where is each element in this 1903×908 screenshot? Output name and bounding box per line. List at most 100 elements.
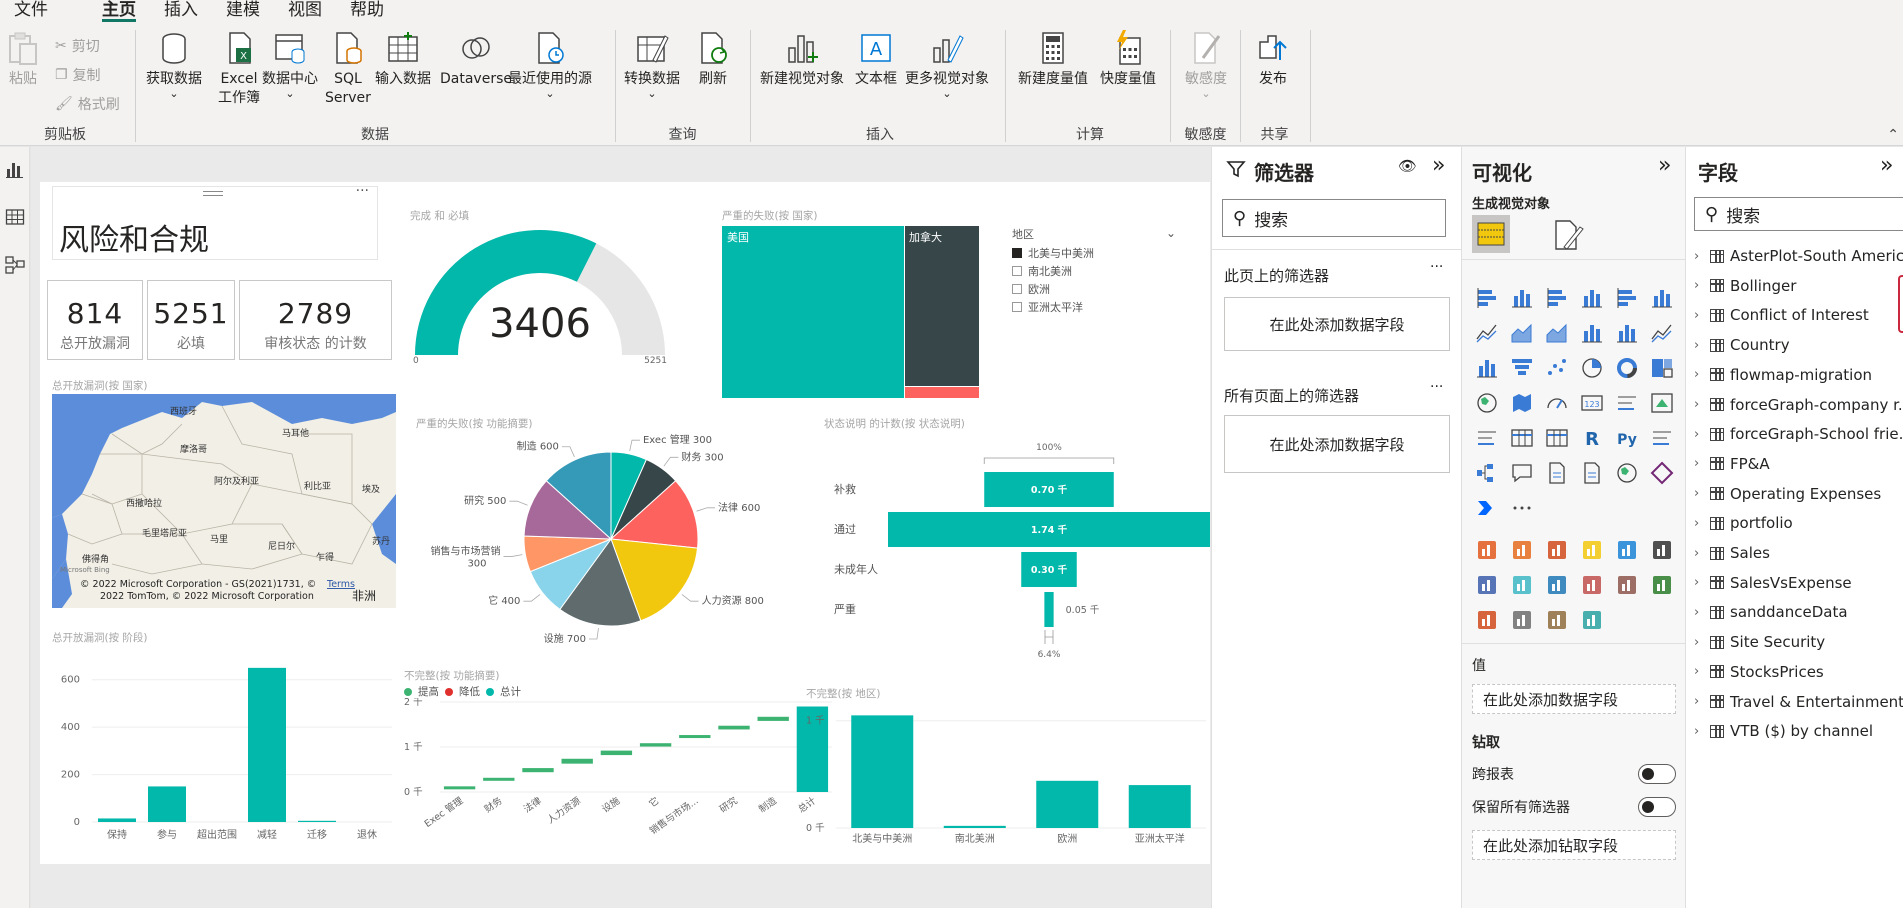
waterfall-bar[interactable] xyxy=(639,743,672,747)
sql-server-button[interactable]: SQL Server xyxy=(325,30,371,108)
waterfall-bar[interactable] xyxy=(483,777,515,781)
funnel-chart[interactable]: 100% 补救 0.70 千通过 1.74 千未成年人 0.30 千严重 0.05 千 6.… xyxy=(824,434,1210,664)
bar[interactable] xyxy=(148,786,186,822)
kpi-card-open-vulns[interactable]: 814 总开放漏洞 xyxy=(47,280,143,360)
pie-icon[interactable] xyxy=(1577,353,1607,383)
new-measure-button[interactable]: 新建度量值 xyxy=(1018,30,1088,89)
drill-add-field-well[interactable]: 在此处添加钻取字段 xyxy=(1472,830,1676,860)
paginated-report-icon[interactable] xyxy=(1577,458,1607,488)
bar-region-chart[interactable]: 0 千 1 千北美与中美洲 南北美洲 欧洲 亚洲太平洋 xyxy=(806,702,1206,862)
key-influencers-icon[interactable] xyxy=(1647,423,1677,453)
copy-button[interactable]: ❐ 复制 xyxy=(55,65,101,85)
bar[interactable] xyxy=(851,715,914,828)
legend-item[interactable]: 欧洲 xyxy=(1012,281,1182,297)
custom-visual-icon[interactable] xyxy=(1647,570,1677,600)
treemap-tile-us[interactable]: 美国 xyxy=(722,226,904,398)
custom-visual-icon[interactable] xyxy=(1577,605,1607,635)
map-icon[interactable] xyxy=(1472,388,1502,418)
custom-visual-icon[interactable] xyxy=(1647,535,1677,565)
kpi-icon[interactable] xyxy=(1647,388,1677,418)
cut-button[interactable]: ✂ 剪切 xyxy=(55,36,100,56)
card-icon[interactable]: 123 xyxy=(1577,388,1607,418)
custom-visual-icon[interactable] xyxy=(1612,535,1642,565)
bar[interactable] xyxy=(248,667,286,822)
data-view-icon[interactable] xyxy=(5,207,25,227)
smart-narrative-icon[interactable] xyxy=(1542,458,1572,488)
chevron-down-icon[interactable]: ⌄ xyxy=(1166,226,1176,240)
keep-filters-toggle[interactable] xyxy=(1638,797,1676,817)
menu-home[interactable]: 主页 xyxy=(88,0,150,22)
bar[interactable] xyxy=(298,820,336,822)
field-table-item[interactable]: › StocksPrices xyxy=(1694,663,1824,681)
textbox-button[interactable]: A 文本框 xyxy=(855,30,897,89)
paste-button[interactable]: 粘贴 xyxy=(6,30,40,89)
waterfall-bar[interactable] xyxy=(757,716,789,721)
custom-visual-icon[interactable] xyxy=(1472,605,1502,635)
sensitivity-button[interactable]: 敏感度 ⌄ xyxy=(1185,30,1227,99)
dataverse-button[interactable]: Dataverse xyxy=(440,30,512,89)
menu-view[interactable]: 视图 xyxy=(274,0,336,20)
more-options-icon[interactable]: ··· xyxy=(1430,259,1443,275)
all-pages-add-field-well[interactable]: 在此处添加数据字段 xyxy=(1224,415,1450,473)
power-apps-icon[interactable] xyxy=(1647,458,1677,488)
this-page-add-field-well[interactable]: 在此处添加数据字段 xyxy=(1224,297,1450,351)
line-clustered-icon[interactable] xyxy=(1612,318,1642,348)
menu-help[interactable]: 帮助 xyxy=(336,0,398,20)
new-visual-button[interactable]: 新建视觉对象 xyxy=(760,30,844,89)
clustered-column-icon[interactable] xyxy=(1577,283,1607,313)
custom-visual-icon[interactable] xyxy=(1542,605,1572,635)
bar[interactable] xyxy=(1036,780,1099,828)
kpi-card-audit-count[interactable]: 2789 审核状态 的计数 xyxy=(239,280,392,360)
collapse-viz-icon[interactable]: » xyxy=(1658,153,1671,178)
field-table-item[interactable]: › Bollinger xyxy=(1694,277,1796,295)
waterfall-bar[interactable] xyxy=(443,786,476,790)
treemap-tile-canada[interactable]: 加拿大 xyxy=(905,226,979,386)
drag-handle-icon[interactable] xyxy=(203,191,223,196)
field-table-item[interactable]: › Sales xyxy=(1694,544,1770,562)
qa-icon[interactable] xyxy=(1507,458,1537,488)
custom-visual-icon[interactable] xyxy=(1542,570,1572,600)
waterfall-bar[interactable] xyxy=(600,750,633,756)
area-chart-icon[interactable] xyxy=(1507,318,1537,348)
enter-data-button[interactable]: 输入数据 xyxy=(375,30,431,89)
field-table-item[interactable]: › flowmap-migration xyxy=(1694,366,1872,384)
collapse-filters-icon[interactable]: » xyxy=(1432,153,1445,178)
bar[interactable] xyxy=(943,825,1006,828)
values-add-field-well[interactable]: 在此处添加数据字段 xyxy=(1472,684,1676,714)
build-visual-tab[interactable] xyxy=(1472,215,1510,253)
more-visuals-icon[interactable] xyxy=(1507,493,1537,523)
kpi-card-required[interactable]: 5251 必填 xyxy=(147,280,235,360)
field-table-item[interactable]: › VTB ($) by channel xyxy=(1694,722,1873,740)
bar[interactable] xyxy=(98,818,136,822)
matrix-icon[interactable] xyxy=(1542,423,1572,453)
field-table-item[interactable]: › Operating Expenses xyxy=(1694,485,1881,503)
excel-button[interactable]: X Excel 工作簿 xyxy=(218,30,260,108)
legend-item[interactable]: 亚洲太平洋 xyxy=(1012,299,1182,315)
treemap-tile-other[interactable] xyxy=(905,387,979,398)
field-table-item[interactable]: › Conflict of Interest xyxy=(1694,306,1869,324)
bar-stage-chart[interactable]: 0 200 400 600 保持 参与 超出范围 减轻 迁移 退休 xyxy=(52,648,396,854)
menu-file[interactable]: 文件 xyxy=(0,0,62,20)
funnel-bar[interactable] xyxy=(1044,592,1054,627)
model-view-icon[interactable] xyxy=(5,255,25,275)
custom-visual-icon[interactable] xyxy=(1507,535,1537,565)
stacked-bar-icon[interactable] xyxy=(1472,283,1502,313)
waterfall-icon[interactable] xyxy=(1472,353,1502,383)
clustered-bar-icon[interactable] xyxy=(1542,283,1572,313)
map-terms-link[interactable]: Terms xyxy=(326,579,355,590)
decomposition-tree-icon[interactable] xyxy=(1472,458,1502,488)
stacked-column-icon[interactable] xyxy=(1507,283,1537,313)
custom-visual-icon[interactable] xyxy=(1507,605,1537,635)
field-table-item[interactable]: › sanddanceData xyxy=(1694,603,1848,621)
custom-visual-icon[interactable] xyxy=(1577,570,1607,600)
map-visual[interactable]: 西班牙 马耳他 摩洛哥 阿尔及利亚 利比亚 埃及 西撒哈拉 毛里塔尼亚 马里 尼… xyxy=(52,394,396,608)
field-table-item[interactable]: › portfolio xyxy=(1694,514,1793,532)
donut-icon[interactable] xyxy=(1612,353,1642,383)
slicer-icon[interactable] xyxy=(1472,423,1502,453)
publish-button[interactable]: 发布 xyxy=(1256,30,1290,89)
ribbon-chart-icon[interactable] xyxy=(1647,318,1677,348)
waterfall-bar[interactable] xyxy=(522,768,554,773)
custom-visual-icon[interactable] xyxy=(1577,535,1607,565)
eye-icon[interactable]: 👁 xyxy=(1398,157,1417,175)
r-visual-icon[interactable]: R xyxy=(1577,423,1607,453)
